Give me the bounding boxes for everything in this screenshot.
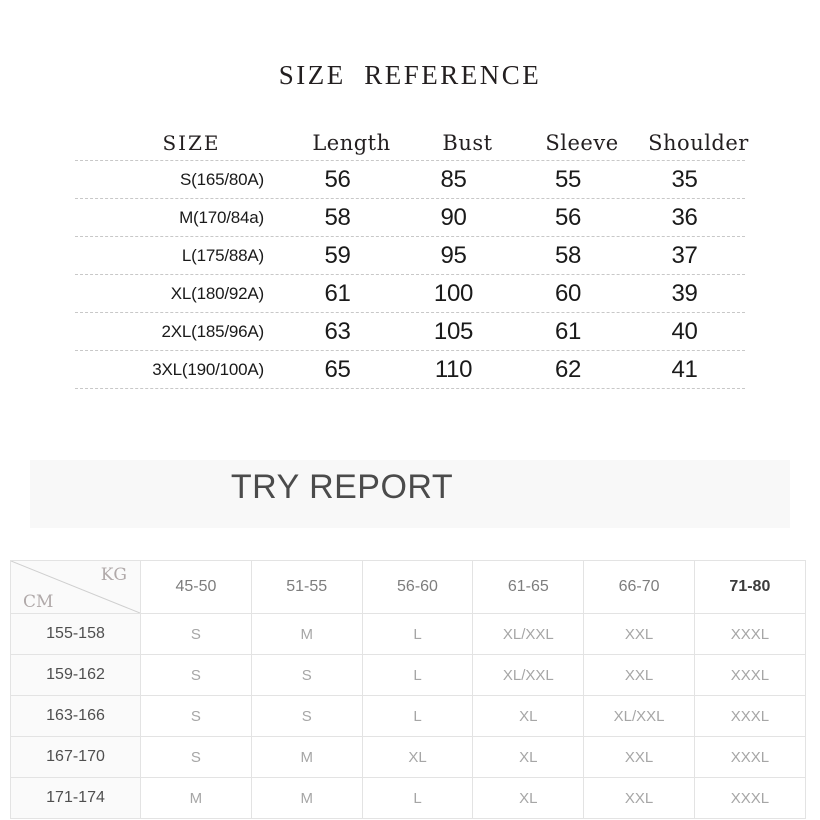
- fit-size-cell: S: [140, 654, 252, 696]
- cell-bust: 100: [433, 280, 474, 307]
- cell-length: 58: [324, 204, 351, 231]
- cell-size: S(165/80A): [180, 170, 264, 189]
- fit-size-cell: XL: [472, 736, 585, 778]
- column-header-shoulder: Shoulder: [648, 131, 749, 155]
- cell-bust: 105: [433, 318, 474, 345]
- cell-length: 63: [324, 318, 351, 345]
- cell-sleeve: 56: [554, 204, 582, 231]
- cell-length: 56: [324, 166, 351, 193]
- axis-corner-cell: KG CM: [10, 560, 141, 614]
- table-row: M(170/84a) 58 90 56 36: [75, 199, 745, 237]
- height-row-header: 171-174: [10, 777, 141, 819]
- cell-sleeve: 62: [554, 356, 582, 383]
- cell-shoulder: 37: [671, 242, 698, 269]
- weight-column-header: 66-70: [583, 560, 695, 614]
- height-row-header: 167-170: [10, 736, 141, 778]
- weight-column-header: 56-60: [361, 560, 474, 614]
- cell-size: M(170/84a): [179, 208, 264, 227]
- cell-size: 3XL(190/100A): [152, 360, 264, 379]
- fit-size-cell: XL/XXL: [472, 613, 585, 655]
- fit-size-cell: XXXL: [693, 654, 806, 696]
- cell-size: XL(180/92A): [170, 284, 264, 303]
- size-chart-page: SIZE REFERENCE SIZE Length Bust Sleeve S…: [0, 0, 820, 820]
- fit-table-row: 159-162 S S L XL/XXL XXL XXXL: [10, 654, 806, 696]
- cell-bust: 95: [440, 242, 467, 269]
- cell-sleeve: 55: [554, 166, 582, 193]
- fit-size-cell: S: [250, 695, 363, 737]
- table-row: 2XL(185/96A) 63 105 61 40: [75, 313, 745, 351]
- cell-shoulder: 36: [671, 204, 698, 231]
- table-row: 3XL(190/100A) 65 110 62 41: [75, 351, 745, 389]
- height-row-header: 155-158: [10, 613, 141, 655]
- fit-size-cell: S: [140, 695, 252, 737]
- table-row: L(175/88A) 59 95 58 37: [75, 237, 745, 275]
- cell-bust: 90: [440, 204, 467, 231]
- height-row-header: 159-162: [10, 654, 141, 696]
- cell-sleeve: 61: [554, 318, 582, 345]
- fit-size-cell: XXL: [583, 654, 695, 696]
- cell-bust: 85: [440, 166, 467, 193]
- cell-shoulder: 39: [671, 280, 698, 307]
- fit-size-cell: L: [361, 695, 474, 737]
- fit-size-cell: M: [250, 777, 363, 819]
- cell-size: L(175/88A): [181, 246, 264, 265]
- try-report-title: TRY REPORT: [230, 468, 454, 506]
- fit-size-cell: M: [250, 613, 363, 655]
- cell-sleeve: 58: [554, 242, 582, 269]
- fit-size-cell: M: [250, 736, 363, 778]
- height-axis-label: CM: [23, 592, 54, 612]
- fit-size-cell: XL: [472, 777, 585, 819]
- fit-size-cell: XXXL: [693, 777, 806, 819]
- cell-sleeve: 60: [554, 280, 582, 307]
- fit-size-cell: M: [140, 777, 252, 819]
- weight-column-header: 45-50: [140, 560, 252, 614]
- fit-table-row: 167-170 S M XL XL XXL XXXL: [10, 736, 806, 778]
- fit-table-row: 163-166 S S L XL XL/XXL XXXL: [10, 695, 806, 737]
- weight-column-header: 51-55: [250, 560, 363, 614]
- column-header-bust: Bust: [442, 131, 493, 155]
- cell-shoulder: 40: [671, 318, 698, 345]
- column-header-length: Length: [312, 131, 391, 155]
- weight-column-header: 61-65: [472, 560, 585, 614]
- column-header-sleeve: Sleeve: [545, 131, 619, 155]
- fit-table-header-row: KG CM 45-50 51-55 56-60 61-65 66-70 71-8…: [10, 560, 806, 614]
- fit-table-row: 171-174 M M L XL XXL XXXL: [10, 777, 806, 819]
- fit-size-cell: S: [250, 654, 363, 696]
- fit-size-cell: L: [361, 777, 474, 819]
- fit-table-row: 155-158 S M L XL/XXL XXL XXXL: [10, 613, 806, 655]
- weight-axis-label: KG: [100, 565, 127, 585]
- cell-bust: 110: [434, 356, 473, 383]
- fit-size-cell: XL/XXL: [583, 695, 695, 737]
- column-header-size: SIZE: [162, 131, 221, 155]
- fit-size-cell: XXL: [583, 613, 695, 655]
- page-title: SIZE REFERENCE: [278, 60, 542, 90]
- cell-length: 61: [324, 280, 351, 307]
- fit-recommendation-table: KG CM 45-50 51-55 56-60 61-65 66-70 71-8…: [10, 560, 806, 819]
- fit-size-cell: XXL: [583, 736, 695, 778]
- cell-length: 65: [324, 356, 351, 383]
- fit-size-cell: L: [361, 613, 474, 655]
- cell-size: 2XL(185/96A): [161, 322, 264, 341]
- fit-size-cell: XL/XXL: [472, 654, 585, 696]
- weight-column-header: 71-80: [693, 560, 806, 614]
- size-reference-table: SIZE Length Bust Sleeve Shoulder S(165/8…: [75, 125, 748, 389]
- fit-size-cell: S: [140, 613, 252, 655]
- fit-size-cell: XXXL: [693, 736, 806, 778]
- fit-size-cell: L: [361, 654, 474, 696]
- cell-shoulder: 41: [671, 356, 698, 383]
- height-row-header: 163-166: [10, 695, 141, 737]
- fit-size-cell: XXXL: [693, 695, 806, 737]
- fit-size-cell: S: [140, 736, 252, 778]
- fit-size-cell: XL: [361, 736, 474, 778]
- table-row: S(165/80A) 56 85 55 35: [75, 161, 745, 199]
- fit-size-cell: XL: [472, 695, 585, 737]
- cell-shoulder: 35: [671, 166, 698, 193]
- table-header-row: SIZE Length Bust Sleeve Shoulder: [75, 125, 748, 161]
- fit-size-cell: XXXL: [693, 613, 806, 655]
- fit-size-cell: XXL: [583, 777, 695, 819]
- table-row: XL(180/92A) 61 100 60 39: [75, 275, 745, 313]
- cell-length: 59: [324, 242, 351, 269]
- size-reference-section: SIZE REFERENCE SIZE Length Bust Sleeve S…: [0, 0, 820, 430]
